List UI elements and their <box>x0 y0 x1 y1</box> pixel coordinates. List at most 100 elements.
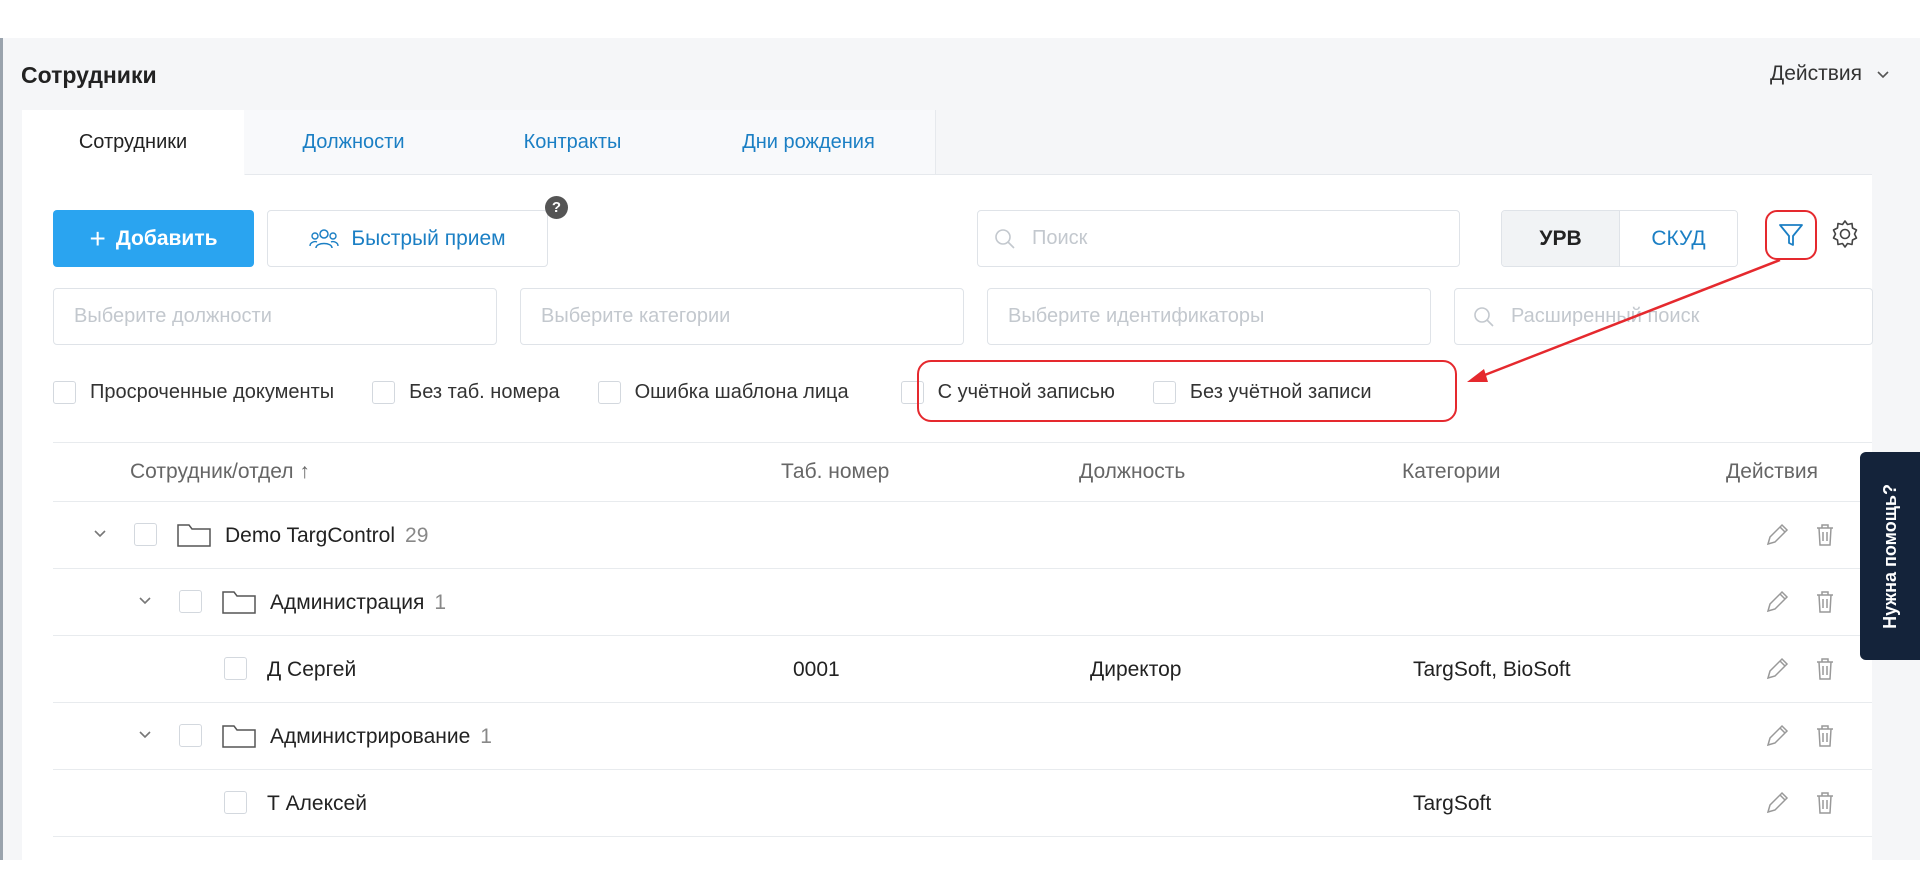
column-categories: Категории <box>1402 460 1501 483</box>
search-icon <box>995 228 1015 249</box>
row-tab-number: 0001 <box>793 658 840 681</box>
row-name-text: Demo TargControl <box>225 524 396 547</box>
filter-toggle-button[interactable] <box>1765 210 1817 260</box>
row-name: Администрация 1 <box>270 591 446 615</box>
table-row[interactable]: Администрация 1 <box>53 569 1872 636</box>
table-row[interactable]: Администрирование 1 <box>53 703 1872 770</box>
row-name: Д Сергей <box>267 658 357 681</box>
search-icon <box>1474 306 1494 327</box>
pencil-icon[interactable] <box>1764 723 1790 749</box>
table-header: Сотрудник/отдел ↑ Таб. номер Должность К… <box>53 443 1872 502</box>
table-row[interactable]: Demo TargControl 29 <box>53 502 1872 569</box>
actions-menu[interactable]: Действия <box>1770 62 1890 86</box>
identifiers-select[interactable] <box>987 288 1431 345</box>
row-checkbox[interactable] <box>134 523 157 546</box>
filter-icon <box>1779 224 1803 246</box>
row-name: Администрирование 1 <box>270 725 492 749</box>
row-count: 29 <box>405 524 429 547</box>
row-checkbox[interactable] <box>224 791 247 814</box>
row-actions <box>1764 723 1838 749</box>
checkbox[interactable] <box>372 380 396 404</box>
row-count: 1 <box>434 591 447 614</box>
filter-face-template-error-label: Ошибка шаблона лица <box>634 380 849 403</box>
filter-expired-docs[interactable]: Просроченные документы <box>53 380 335 404</box>
filter-no-tab-number-label: Без таб. номера <box>409 380 560 403</box>
help-question-icon[interactable]: ? <box>545 196 568 219</box>
row-count: 1 <box>480 725 492 748</box>
chevron-down-icon[interactable] <box>136 725 154 743</box>
plus-icon: + <box>89 222 106 254</box>
trash-icon[interactable] <box>1812 656 1838 682</box>
categories-select-input[interactable] <box>539 304 883 329</box>
mode-urv-button[interactable]: УРВ <box>1502 211 1620 266</box>
row-checkbox[interactable] <box>224 657 247 680</box>
pencil-icon[interactable] <box>1764 522 1790 548</box>
pencil-icon[interactable] <box>1764 656 1790 682</box>
row-name: Т Алексей <box>267 792 367 815</box>
checkbox[interactable] <box>53 380 76 404</box>
table-row[interactable]: Т Алексей TargSoft <box>53 770 1872 837</box>
folder-icon <box>177 524 211 547</box>
tab-contracts[interactable]: Контракты <box>463 110 683 174</box>
row-actions <box>1764 790 1838 816</box>
employees-table: Сотрудник/отдел ↑ Таб. номер Должность К… <box>53 442 1872 837</box>
row-checkbox[interactable] <box>179 590 202 613</box>
table-row[interactable]: Д Сергей 0001 Директор TargSoft, BioSoft <box>53 636 1872 703</box>
employees-page: Сотрудники Действия Сотрудники Должности… <box>0 38 1920 860</box>
chevron-down-icon[interactable] <box>136 591 154 609</box>
add-button-label: Добавить <box>115 226 218 250</box>
row-categories: TargSoft <box>1413 792 1492 815</box>
trash-icon[interactable] <box>1812 522 1838 548</box>
annotation-highlight-box <box>917 360 1457 422</box>
gear-icon[interactable] <box>1830 219 1860 249</box>
trash-icon[interactable] <box>1812 723 1838 749</box>
left-border <box>0 38 3 860</box>
advanced-search-box <box>1454 288 1873 345</box>
add-button[interactable]: + Добавить <box>53 210 254 267</box>
chevron-down-icon <box>1877 71 1889 79</box>
filter-no-tab-number[interactable]: Без таб. номера <box>372 380 560 404</box>
tab-bar: Сотрудники Должности Контракты Дни рожде… <box>22 110 1872 175</box>
advanced-search-input[interactable] <box>1509 304 1833 329</box>
checkbox[interactable] <box>597 380 621 404</box>
help-tab-label: Нужна помощь? <box>1879 483 1900 629</box>
identifiers-select-input[interactable] <box>1006 304 1350 329</box>
users-group-icon <box>309 228 340 248</box>
row-actions <box>1764 522 1838 548</box>
actions-menu-label: Действия <box>1769 62 1862 85</box>
mode-skud-button[interactable]: СКУД <box>1620 211 1737 266</box>
filter-expired-docs-label: Просроченные документы <box>90 380 335 403</box>
column-position: Должность <box>1079 460 1186 483</box>
positions-select[interactable] <box>53 288 497 345</box>
row-name-text: Администрация <box>270 591 425 614</box>
pencil-icon[interactable] <box>1764 790 1790 816</box>
row-name: Demo TargControl 29 <box>225 524 428 548</box>
row-actions <box>1764 589 1838 615</box>
pencil-icon[interactable] <box>1764 589 1790 615</box>
employees-card: Сотрудники Должности Контракты Дни рожде… <box>22 110 1873 860</box>
folder-icon <box>222 725 256 748</box>
row-name-text: Администрирование <box>270 725 471 748</box>
positions-select-input[interactable] <box>72 304 416 329</box>
search-box <box>977 210 1460 267</box>
quick-hire-button[interactable]: Быстрый прием <box>267 210 548 267</box>
chevron-down-icon[interactable] <box>91 524 109 542</box>
folder-icon <box>222 591 256 614</box>
help-tab[interactable]: Нужна помощь? <box>1860 452 1920 660</box>
column-tab-number: Таб. номер <box>781 460 890 483</box>
trash-icon[interactable] <box>1812 589 1838 615</box>
column-employee[interactable]: Сотрудник/отдел ↑ <box>130 460 310 484</box>
tab-employees[interactable]: Сотрудники <box>22 110 245 175</box>
filter-face-template-error[interactable]: Ошибка шаблона лица <box>597 380 849 404</box>
row-position: Директор <box>1090 658 1182 681</box>
tab-positions[interactable]: Должности <box>244 110 464 174</box>
page-title: Сотрудники <box>21 62 157 88</box>
column-actions: Действия <box>1726 460 1819 483</box>
categories-select[interactable] <box>520 288 964 345</box>
search-input[interactable] <box>1030 226 1406 251</box>
tab-birthdays[interactable]: Дни рождения <box>682 110 936 174</box>
trash-icon[interactable] <box>1812 790 1838 816</box>
mode-switch: УРВ СКУД <box>1501 210 1738 267</box>
row-checkbox[interactable] <box>179 724 202 747</box>
quick-hire-label: Быстрый прием <box>351 226 506 250</box>
